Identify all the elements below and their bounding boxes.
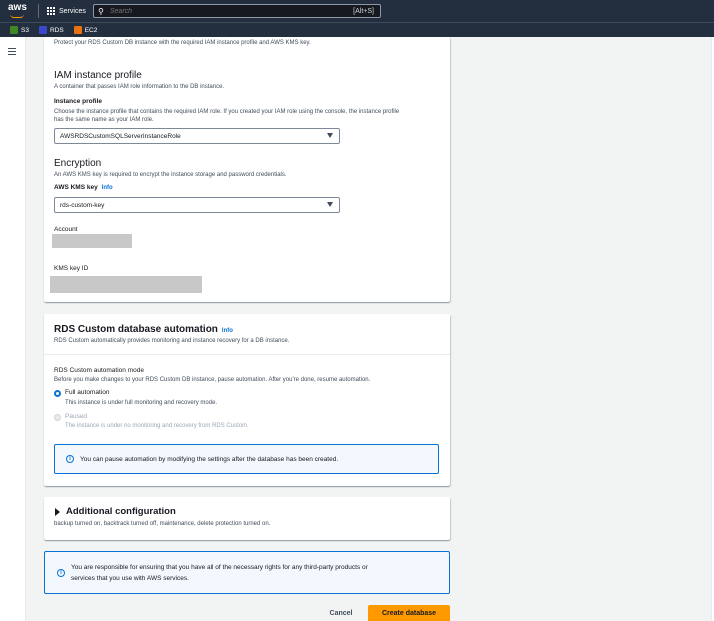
aws-logo-text: aws [8, 2, 27, 13]
menu-icon[interactable] [8, 48, 16, 57]
instance-profile-help-1: Choose the instance profile that contain… [54, 109, 400, 115]
full-automation-desc: This instance is under full monitoring a… [65, 400, 218, 406]
iam-instance-profile-heading: IAM instance profile [54, 70, 142, 81]
third-party-rights-notice: i You are responsible for ensuring that … [44, 551, 450, 594]
create-database-button[interactable]: Create database [368, 605, 450, 621]
kms-key-label-row: AWS KMS key Info [54, 184, 113, 191]
iam-description: A container that passes IAM role informa… [54, 84, 225, 90]
info-icon: i [57, 568, 65, 577]
notice-text: You are responsible for ensuring that yo… [71, 562, 368, 584]
additional-configuration-desc: backup turned on, backtrack turned off, … [54, 521, 271, 527]
kms-key-value: rds-custom-key [60, 201, 105, 209]
info-icon: i [66, 455, 74, 463]
top-navigation: aws Services ⚲ [Alt+S] [0, 0, 714, 22]
kms-key-select[interactable]: rds-custom-key [54, 197, 340, 213]
notice-line-1: You are responsible for ensuring that yo… [71, 563, 368, 571]
aws-logo[interactable]: aws [8, 2, 28, 20]
services-menu-button[interactable]: Services [47, 7, 86, 15]
search-bar[interactable]: ⚲ [Alt+S] [93, 4, 381, 18]
encryption-description: An AWS KMS key is required to encrypt th… [54, 172, 287, 178]
services-label: Services [59, 7, 86, 15]
search-icon: ⚲ [98, 6, 104, 16]
automation-info-alert: i You can pause automation by modifying … [54, 444, 439, 474]
instance-profile-select[interactable]: AWSRDSCustomSQLServerInstanceRole [54, 128, 340, 144]
side-navigation-rail [0, 37, 26, 621]
automation-mode-label: RDS Custom automation mode [54, 367, 144, 374]
caret-right-icon[interactable] [55, 508, 60, 516]
rds-icon [38, 26, 47, 34]
ec2-icon [73, 26, 82, 34]
favorite-label: S3 [21, 26, 29, 34]
automation-panel: RDS Custom database automation Info RDS C… [44, 314, 450, 486]
instance-profile-label: Instance profile [54, 98, 103, 105]
section-divider [44, 354, 450, 355]
automation-alert-text: You can pause automation by modifying th… [80, 455, 339, 463]
automation-info-link[interactable]: Info [222, 328, 233, 334]
account-value-redacted [52, 234, 132, 248]
aws-smile-icon [10, 14, 24, 18]
favorite-label: RDS [49, 26, 64, 34]
automation-mode-help: Before you make changes to your RDS Cust… [54, 377, 371, 383]
automation-heading-row: RDS Custom database automation Info [54, 324, 233, 335]
encryption-heading: Encryption [54, 158, 102, 169]
additional-configuration-heading[interactable]: Additional configuration [66, 506, 176, 517]
search-shortcut-hint: [Alt+S] [353, 7, 374, 15]
iam-encryption-panel: Protect your RDS Custom DB instance with… [44, 37, 450, 302]
grid-icon [47, 7, 55, 15]
caret-down-icon [327, 202, 333, 207]
favorite-ec2[interactable]: EC2 [73, 26, 98, 34]
instance-profile-value: AWSRDSCustomSQLServerInstanceRole [60, 132, 181, 140]
favorite-label: EC2 [84, 26, 98, 34]
notice-line-2: services that you use with AWS services. [71, 574, 189, 582]
cancel-button[interactable]: Cancel [324, 606, 358, 620]
paused-desc: The instance is under no monitoring and … [65, 423, 249, 429]
kms-key-label: AWS KMS key [54, 184, 98, 191]
favorite-s3[interactable]: S3 [10, 26, 29, 34]
automation-heading: RDS Custom database automation [54, 324, 218, 335]
favorites-bar: S3 RDS EC2 [0, 22, 714, 37]
automation-description: RDS Custom automatically provides monito… [54, 338, 290, 344]
favorite-rds[interactable]: RDS [38, 26, 64, 34]
kms-key-id-value-redacted [50, 276, 202, 293]
paused-label[interactable]: Paused [65, 413, 87, 420]
account-label: Account [54, 226, 78, 233]
s3-icon [10, 26, 18, 34]
kms-info-link[interactable]: Info [102, 185, 113, 191]
panel-intro-text: Protect your RDS Custom DB instance with… [54, 40, 311, 46]
paused-radio[interactable] [54, 414, 61, 421]
search-input[interactable] [109, 7, 330, 15]
full-automation-label[interactable]: Full automation [65, 389, 109, 396]
additional-configuration-panel[interactable]: Additional configuration backup turned o… [44, 497, 450, 540]
kms-key-id-label: KMS key ID [54, 265, 89, 272]
nav-divider [38, 4, 39, 18]
full-automation-radio[interactable] [54, 390, 61, 397]
caret-down-icon [327, 133, 333, 138]
instance-profile-help-2: has the same name as your IAM role. [54, 117, 154, 123]
